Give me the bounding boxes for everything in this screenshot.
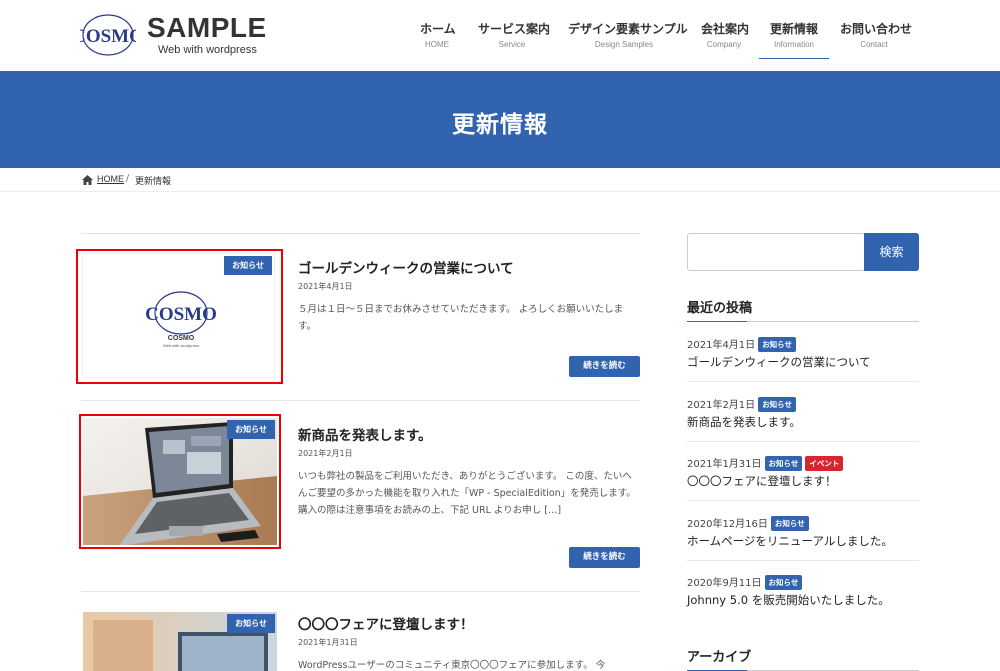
post-title[interactable]: 〇〇〇フェアに登壇します！ [298, 613, 474, 633]
site-header: COSMO SAMPLE Web with wordpress ホーム HOME… [0, 0, 1000, 71]
recent-post-title[interactable]: 新商品を発表します。 [687, 414, 801, 430]
post-thumbnail[interactable]: お知らせ [83, 418, 277, 545]
breadcrumb-separator: / [126, 174, 130, 184]
category-badge: お知らせ [758, 337, 797, 352]
search-input[interactable] [687, 233, 865, 271]
nav-label: サービス案内 [478, 22, 551, 36]
thumb-logo-caption: COSMO [168, 335, 195, 342]
category-badge: お知らせ [764, 575, 803, 590]
recent-post-date-row: 2021年4月1日 お知らせ [687, 336, 797, 352]
post-date: 2021年4月1日 [298, 282, 353, 291]
post-badge: お知らせ [224, 256, 272, 275]
nav-item-information[interactable]: 更新情報 Information [759, 20, 829, 59]
nav-label: お問い合わせ [840, 22, 913, 36]
page-title: 更新情報 [452, 112, 548, 138]
recent-post-title[interactable]: 〇〇〇フェアに登壇します！ [687, 473, 837, 489]
archive-heading: アーカイブ [687, 650, 752, 665]
post-card: COSMO COSMO Web with wordpress お知らせ ゴールデ… [76, 234, 640, 401]
nav-label: ホーム [420, 22, 456, 36]
recent-post-date-row: 2020年9月11日 お知らせ [687, 574, 803, 590]
breadcrumb: HOME / 更新情報 [0, 168, 1000, 192]
recent-post-date-row: 2020年12月16日 お知らせ [687, 515, 809, 531]
nav-sublabel: Service [498, 40, 526, 49]
nav-label: デザイン要素サンプル [568, 22, 688, 36]
post-card: お知らせ 〇〇〇フェアに登壇します！ 2021年1月31日 WordPressユ… [81, 592, 640, 671]
search-button[interactable]: 検索 [864, 233, 919, 271]
recent-post-title[interactable]: Johnny 5.0 を販売開始いたしました。 [687, 592, 890, 608]
post-excerpt: ５月は１日～５日までお休みさせていただきます。 よろしくお願いいたします。 [298, 304, 624, 332]
nav-sublabel: Contact [860, 40, 888, 49]
post-badge: お知らせ [227, 614, 275, 633]
category-badge: お知らせ [764, 456, 803, 471]
recent-divider [687, 381, 919, 382]
recent-post-date: 2021年2月1日 [687, 400, 756, 411]
nav-item-design-samples[interactable]: デザイン要素サンプル Design Samples [568, 20, 688, 58]
nav-sublabel: Information [773, 40, 815, 49]
heading-underline [687, 321, 919, 322]
nav-label: 更新情報 [769, 22, 818, 36]
post-card: お知らせ 新商品を発表します。 2021年2月1日 いつも弊社の製品をご利用いた… [79, 401, 640, 592]
recent-divider [687, 500, 919, 501]
read-more-button[interactable]: 続きを読む [569, 547, 640, 568]
recent-divider [687, 441, 919, 442]
recent-post-date-row: 2021年1月31日 お知らせ イベント [687, 455, 844, 471]
recent-post-title[interactable]: ホームページをリニューアルしました。 [687, 533, 893, 549]
post-excerpt: WordPressユーザーのコミュニティ東京〇〇〇フェアに参加します。 今 [298, 660, 606, 671]
post-badge: お知らせ [227, 420, 275, 439]
recent-post-date: 2021年4月1日 [687, 340, 756, 351]
recent-post-date: 2020年12月16日 [687, 519, 768, 530]
post-title[interactable]: ゴールデンウィークの営業について [298, 257, 514, 277]
page-header-band: 更新情報 [0, 71, 1000, 168]
recent-posts-heading: 最近の投稿 [687, 301, 753, 316]
nav-item-service[interactable]: サービス案内 Service [478, 20, 551, 58]
recent-post-date: 2021年1月31日 [687, 459, 762, 470]
nav-item-contact[interactable]: お問い合わせ Contact [840, 20, 913, 58]
breadcrumb-current: 更新情報 [135, 177, 172, 187]
post-title[interactable]: 新商品を発表します。 [298, 424, 432, 444]
recent-divider [687, 560, 919, 561]
post-date: 2021年1月31日 [298, 638, 358, 647]
post-thumbnail[interactable]: COSMO COSMO Web with wordpress お知らせ [82, 253, 275, 378]
thumb-logo-subcaption: Web with wordpress [163, 343, 199, 348]
category-badge: お知らせ [758, 397, 797, 412]
nav-sublabel: Design Samples [594, 40, 654, 49]
post-date: 2021年2月1日 [298, 449, 353, 458]
nav-item-company[interactable]: 会社案内 Company [701, 20, 750, 58]
home-icon [82, 175, 93, 185]
thumb-logo-text: COSMO [145, 304, 217, 325]
global-nav: ホーム HOME サービス案内 Service デザイン要素サンプル Desig… [0, 20, 1000, 71]
breadcrumb-home-link[interactable]: HOME [97, 174, 124, 184]
event-badge: イベント [805, 456, 844, 471]
post-excerpt: いつも弊社の製品をご利用いただき、ありがとうございます。 この度、たいへんご要望… [298, 471, 636, 516]
nav-item-home[interactable]: ホーム HOME [420, 20, 456, 58]
read-more-button[interactable]: 続きを読む [569, 356, 640, 377]
post-thumbnail[interactable]: お知らせ [83, 612, 277, 671]
recent-post-date: 2020年9月11日 [687, 578, 762, 589]
nav-sublabel: HOME [425, 40, 449, 49]
category-badge: お知らせ [770, 516, 809, 531]
recent-post-date-row: 2021年2月1日 お知らせ [687, 396, 797, 412]
nav-label: 会社案内 [701, 22, 750, 36]
recent-post-title[interactable]: ゴールデンウィークの営業について [687, 354, 871, 370]
nav-sublabel: Company [706, 40, 742, 49]
